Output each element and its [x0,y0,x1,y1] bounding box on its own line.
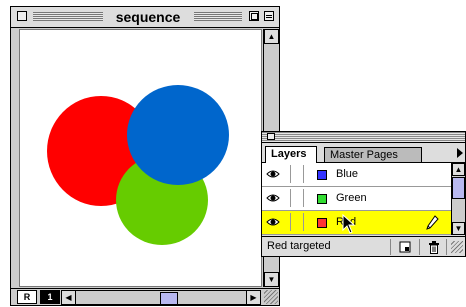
lock-toggle[interactable] [290,189,304,207]
mouse-pointer-icon [342,213,356,234]
layers-vertical-scrollbar[interactable]: ▲ ▼ [451,163,465,235]
zoom-box-icon[interactable] [249,11,259,21]
collapse-box-icon[interactable] [264,11,274,21]
trash-icon[interactable] [427,240,441,254]
lock-toggle[interactable] [290,165,304,183]
blue-circle[interactable] [127,85,229,185]
palette-titlebar[interactable] [262,132,465,143]
document-titlebar[interactable]: sequence [11,7,279,28]
status-text: Red targeted [267,240,331,252]
layers-palette: Layers Master Pages Blue Green ▲ ▼ Red t… [261,131,466,257]
scroll-up-arrow-icon[interactable]: ▲ [264,29,279,44]
eye-icon[interactable] [265,190,281,206]
layer-name: Green [336,192,367,204]
titlebar-stripes-right [194,12,242,21]
document-bottom-bar: R 1 ◀ ▶ [11,288,279,305]
lock-toggle[interactable] [290,213,304,231]
document-title: sequence [105,9,191,25]
tab-layers[interactable]: Layers [265,146,317,163]
scroll-right-arrow-icon[interactable]: ▶ [246,290,261,305]
eye-icon[interactable] [265,214,281,230]
scroll-up-arrow-icon[interactable]: ▲ [452,163,465,176]
eye-icon[interactable] [265,166,281,182]
layers-list: Blue Green Red [262,163,451,235]
palette-resize-grip-icon[interactable] [451,241,463,253]
layer-name: Blue [336,168,359,180]
page-tab-1[interactable]: 1 [40,290,60,304]
layer-row-blue[interactable]: Blue [262,163,451,187]
scroll-down-arrow-icon[interactable]: ▼ [264,272,279,287]
new-layer-icon[interactable] [398,240,412,254]
status-divider [419,239,420,255]
layer-color-swatch [317,218,327,228]
document-horizontal-scrollbar[interactable]: ◀ ▶ [61,290,261,305]
layer-row-red[interactable]: Red [262,211,451,235]
scroll-down-arrow-icon[interactable]: ▼ [452,222,465,235]
layer-color-swatch [317,170,327,180]
status-divider [390,239,391,255]
layer-color-swatch [317,194,327,204]
palette-close-icon[interactable] [267,133,275,140]
layers-scroll-thumb[interactable] [452,177,465,199]
close-box-icon[interactable] [17,11,27,21]
document-canvas[interactable] [19,29,262,287]
pen-icon [425,215,439,231]
layers-status-bar: Red targeted [262,236,465,256]
tab-master-pages[interactable]: Master Pages [324,147,422,162]
layer-row-green[interactable]: Green [262,187,451,211]
status-divider [446,239,447,255]
palette-menu-arrow-icon[interactable] [457,148,463,158]
document-window: sequence ▲ ▼ R 1 ◀ ▶ [10,6,280,306]
horizontal-scroll-thumb[interactable] [160,292,178,305]
resize-grip-icon[interactable] [264,290,278,304]
horizontal-scroll-track[interactable] [76,290,246,305]
palette-tabs: Layers Master Pages [262,143,465,163]
scroll-left-arrow-icon[interactable]: ◀ [61,290,76,305]
screen: sequence ▲ ▼ R 1 ◀ ▶ Layers Master Pages… [0,0,466,307]
page-tab-master[interactable]: R [17,290,37,304]
titlebar-stripes-left [33,12,103,21]
